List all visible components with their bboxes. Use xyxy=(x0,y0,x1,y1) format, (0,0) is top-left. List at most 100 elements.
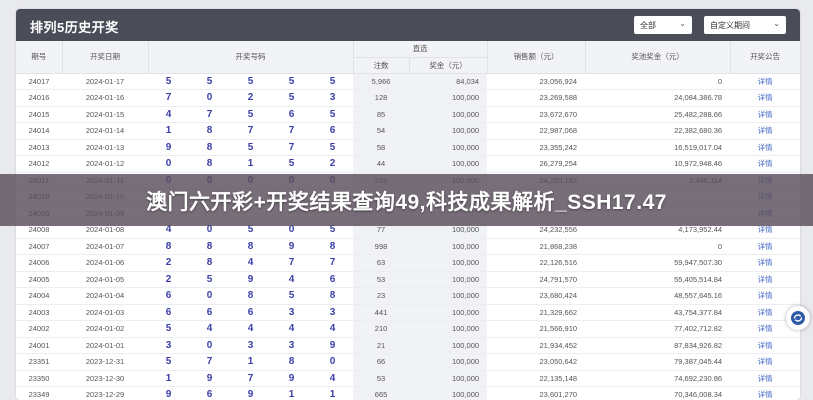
detail-link[interactable]: 详情 xyxy=(730,139,800,156)
number-cell: 4 xyxy=(189,320,230,338)
date-cell: 2024-01-13 xyxy=(62,139,148,156)
sales-cell: 21,566,910 xyxy=(487,320,586,338)
table-row: 24007 2024-01-07 8 8 8 9 8 998 100,000 21,868,238… xyxy=(16,238,800,255)
header-winners: 注数 xyxy=(353,57,410,74)
pool-cell: 24,084,386.78 xyxy=(585,89,731,107)
date-cell: 2024-01-15 xyxy=(62,106,148,123)
date-cell: 2024-01-05 xyxy=(62,271,148,288)
scope-select[interactable]: 全部 ⌄ xyxy=(634,16,692,34)
number-cell: 4 xyxy=(271,271,312,288)
number-cell: 5 xyxy=(230,73,271,90)
detail-link[interactable]: 详情 xyxy=(730,238,800,255)
winners-cell: 998 xyxy=(353,238,410,255)
table-row: 24015 2024-01-15 4 7 5 6 5 85 100,000 23,672,670 2… xyxy=(16,106,800,123)
number-cell: 9 xyxy=(230,386,271,400)
table-row: 24004 2024-01-04 6 0 8 5 8 23 100,000 23,680,424 4… xyxy=(16,287,800,305)
number-cell: 5 xyxy=(271,287,312,305)
number-cell: 7 xyxy=(189,353,230,371)
sales-cell: 23,355,242 xyxy=(487,139,586,156)
date-cell: 2024-01-01 xyxy=(62,337,148,354)
detail-link[interactable]: 详情 xyxy=(730,271,800,288)
pool-cell: 79,387,045.44 xyxy=(585,353,731,371)
sales-cell: 23,050,642 xyxy=(487,353,586,371)
number-cell: 6 xyxy=(230,304,271,321)
prize-cell: 100,000 xyxy=(409,254,488,272)
header-pool: 奖池奖金（元） xyxy=(585,41,731,74)
detail-link[interactable]: 详情 xyxy=(730,73,800,90)
issue-cell: 24012 xyxy=(16,155,62,173)
winners-cell: 210 xyxy=(353,320,410,338)
sales-cell: 26,279,254 xyxy=(487,155,586,173)
pool-cell: 43,754,377.84 xyxy=(585,304,731,321)
number-cell: 3 xyxy=(312,304,354,321)
date-cell: 2024-01-16 xyxy=(62,89,148,107)
number-cell: 0 xyxy=(189,337,230,354)
number-cell: 9 xyxy=(271,238,312,255)
chevron-down-icon: ⌄ xyxy=(773,19,780,28)
table-row: 23350 2023-12-30 1 9 7 9 4 53 100,000 22,135,148 7… xyxy=(16,370,800,387)
detail-link[interactable]: 详情 xyxy=(730,89,800,107)
winners-cell: 441 xyxy=(353,304,410,321)
detail-link[interactable]: 详情 xyxy=(730,122,800,140)
number-cell: 7 xyxy=(189,106,230,123)
date-cell: 2023-12-30 xyxy=(62,370,148,387)
table-row: 24013 2024-01-13 9 8 5 7 5 58 100,000 23,355,242 1… xyxy=(16,139,800,156)
winners-cell: 128 xyxy=(353,89,410,107)
number-cell: 3 xyxy=(230,337,271,354)
pool-cell: 10,972,948.46 xyxy=(585,155,731,173)
header-date: 开奖日期 xyxy=(62,41,149,74)
detail-link[interactable]: 详情 xyxy=(730,106,800,123)
number-cell: 5 xyxy=(189,271,230,288)
number-cell: 5 xyxy=(230,139,271,156)
number-cell: 5 xyxy=(312,139,354,156)
date-cell: 2024-01-14 xyxy=(62,122,148,140)
number-cell: 8 xyxy=(230,238,271,255)
detail-link[interactable]: 详情 xyxy=(730,353,800,371)
number-cell: 6 xyxy=(312,122,354,140)
date-cell: 2023-12-29 xyxy=(62,386,148,400)
detail-link[interactable]: 详情 xyxy=(730,337,800,354)
table-row: 24016 2024-01-16 7 0 2 5 3 128 100,000 23,269,588… xyxy=(16,89,800,107)
pool-cell: 22,382,680.36 xyxy=(585,122,731,140)
detail-link[interactable]: 详情 xyxy=(730,386,800,400)
winners-cell: 63 xyxy=(353,254,410,272)
winners-cell: 54 xyxy=(353,122,410,140)
number-cell: 1 xyxy=(312,386,354,400)
number-cell: 7 xyxy=(312,254,354,272)
number-cell: 6 xyxy=(148,304,189,321)
number-cell: 1 xyxy=(148,370,189,387)
prize-cell: 100,000 xyxy=(409,271,488,288)
pool-cell: 55,405,514.84 xyxy=(585,271,731,288)
number-cell: 0 xyxy=(189,89,230,107)
number-cell: 8 xyxy=(189,238,230,255)
sales-cell: 22,135,148 xyxy=(487,370,586,387)
prize-cell: 100,000 xyxy=(409,139,488,156)
issue-cell: 24015 xyxy=(16,106,62,123)
issue-cell: 23351 xyxy=(16,353,62,371)
date-cell: 2024-01-07 xyxy=(62,238,148,255)
number-cell: 4 xyxy=(271,320,312,338)
number-cell: 4 xyxy=(230,320,271,338)
detail-link[interactable]: 详情 xyxy=(730,287,800,305)
issue-cell: 23350 xyxy=(16,370,62,387)
number-cell: 3 xyxy=(271,304,312,321)
number-cell: 6 xyxy=(189,386,230,400)
winners-cell: 53 xyxy=(353,271,410,288)
winners-cell: 85 xyxy=(353,106,410,123)
number-cell: 7 xyxy=(271,122,312,140)
sales-cell: 21,868,238 xyxy=(487,238,586,255)
prize-cell: 100,000 xyxy=(409,155,488,173)
number-cell: 2 xyxy=(230,89,271,107)
table-row: 24005 2024-01-05 2 5 9 4 6 53 100,000 24,791,570 5… xyxy=(16,271,800,288)
detail-link[interactable]: 详情 xyxy=(730,155,800,173)
number-cell: 5 xyxy=(148,353,189,371)
number-cell: 9 xyxy=(312,337,354,354)
pool-cell: 0 xyxy=(585,238,731,255)
winners-cell: 58 xyxy=(353,139,410,156)
date-range-select[interactable]: 自定义期间 ⌄ xyxy=(704,16,786,34)
issue-cell: 23349 xyxy=(16,386,62,400)
detail-link[interactable]: 详情 xyxy=(730,370,800,387)
floating-action-button[interactable] xyxy=(786,306,810,330)
detail-link[interactable]: 详情 xyxy=(730,254,800,272)
table-row: 24012 2024-01-12 0 8 1 5 2 44 100,000 26,279,254 1… xyxy=(16,155,800,173)
